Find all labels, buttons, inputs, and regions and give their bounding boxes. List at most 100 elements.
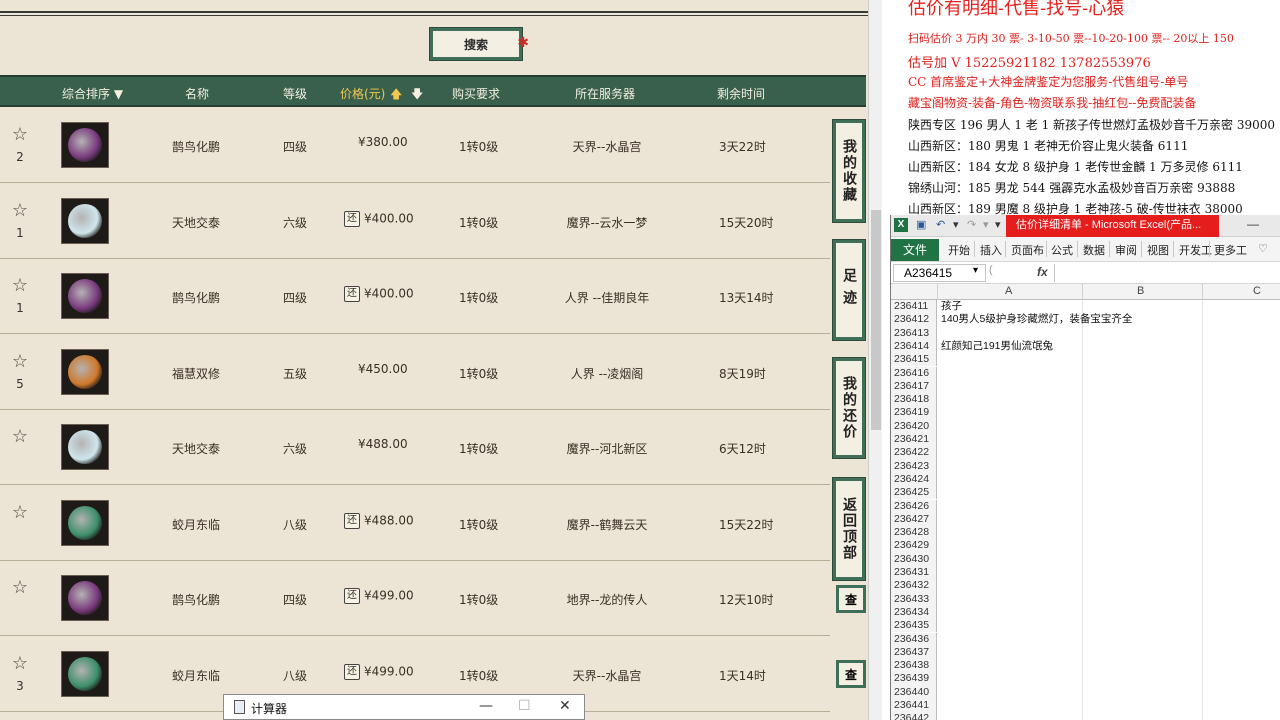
row-number[interactable]: 236424 [891, 472, 937, 487]
row-number[interactable]: 236429 [891, 539, 937, 553]
row-number[interactable]: 236440 [891, 685, 937, 699]
row-number[interactable]: 236416 [891, 366, 937, 380]
ribbon-collapse-icon[interactable]: ♡ [1258, 242, 1268, 255]
sheet-row[interactable]: 236420 [891, 419, 1280, 433]
sheet-row[interactable]: 236426 [891, 499, 1280, 513]
arrow-down-icon[interactable]: 🡇 [411, 85, 423, 106]
sheet-row[interactable]: 236412 140男人5级护身珍藏燃灯，装备宝宝齐全 [891, 313, 1280, 327]
sheet-row[interactable]: 236411 孩子 [891, 300, 1280, 314]
row-number[interactable]: 236433 [891, 592, 937, 606]
maximize-button[interactable]: ☐ [518, 698, 531, 714]
sheet-row[interactable]: 236441 [891, 699, 1280, 713]
table-row[interactable]: ☆ 天地交泰 六级 ¥488.00 1转0级 魔界--河北新区 6天12时 [0, 410, 830, 485]
row-number[interactable]: 236425 [891, 486, 937, 500]
row-number[interactable]: 236437 [891, 645, 937, 660]
page-scrollbar[interactable] [868, 0, 882, 720]
sheet-row[interactable]: 236439 [891, 672, 1280, 686]
row-number[interactable]: 236419 [891, 406, 937, 420]
sheet-row[interactable]: 236434 [891, 605, 1280, 620]
sheet-row[interactable]: 236429 [891, 539, 1280, 553]
table-row[interactable]: ☆ 鹊鸟化鹏 四级还 ¥499.00 1转0级 地界--龙的传人 12天10时 [0, 561, 830, 636]
table-row[interactable]: ☆ 2 鹊鸟化鹏 四级 ¥380.00 1转0级 天界--水晶宫 3天22时 [0, 108, 830, 183]
row-number[interactable]: 236411 [891, 300, 937, 314]
arrow-up-icon[interactable]: 🡅 [390, 85, 402, 106]
search-button[interactable]: 搜索 ✱ [429, 27, 529, 61]
scrollbar-thumb[interactable] [871, 210, 881, 430]
back-to-top-button[interactable]: 返回顶部 [832, 477, 866, 581]
name-box-dropdown-icon[interactable]: ▾ [973, 265, 978, 276]
calculator-window[interactable]: 计算器 — ☐ ✕ [223, 694, 585, 720]
row-number[interactable]: 236420 [891, 419, 937, 433]
row-number[interactable]: 236421 [891, 433, 937, 447]
row-number[interactable]: 236441 [891, 699, 937, 713]
column-header-b[interactable]: B [1137, 285, 1144, 297]
sheet-row[interactable]: 236437 [891, 645, 1280, 660]
row-number[interactable]: 236430 [891, 552, 937, 566]
customize-toolbar-icon[interactable]: ▾ [995, 218, 1001, 231]
sheet-row[interactable]: 236442 [891, 712, 1280, 720]
row-number[interactable]: 236418 [891, 393, 937, 407]
row-number[interactable]: 236422 [891, 446, 937, 460]
table-row[interactable]: ☆ 5 福慧双修 五级 ¥450.00 1转0级 人界 --凌烟阁 8天19时 [0, 335, 830, 410]
sheet-row[interactable]: 236419 [891, 406, 1280, 420]
row-number[interactable]: 236436 [891, 632, 937, 646]
sheet-row[interactable]: 236433 [891, 592, 1280, 606]
redo-icon[interactable]: ↷ [967, 218, 976, 231]
tab-more-tools[interactable]: 更多工 [1214, 242, 1247, 258]
tab-file[interactable]: 文件 [891, 239, 939, 261]
sheet-row[interactable]: 236425 [891, 486, 1280, 500]
tab-insert[interactable]: 插入 [980, 242, 1002, 258]
sheet-row[interactable]: 236440 [891, 685, 1280, 699]
sheet-row[interactable]: 236427 [891, 512, 1280, 527]
my-favorites-button[interactable]: 我的收藏 [832, 119, 866, 223]
sheet-row[interactable]: 236415 [891, 353, 1280, 367]
close-button[interactable]: ✕ [559, 698, 571, 714]
tab-developer[interactable]: 开发工 [1179, 242, 1212, 258]
row-number[interactable]: 236442 [891, 712, 937, 720]
table-row[interactable]: ☆ 蛟月东临 八级还 ¥488.00 1转0级 魔界--鹤舞云天 15天22时 [0, 486, 830, 561]
row-number[interactable]: 236426 [891, 499, 937, 513]
undo-dropdown-icon[interactable]: ▾ [953, 218, 959, 231]
sheet-row[interactable]: 236424 [891, 472, 1280, 487]
tab-view[interactable]: 视图 [1147, 242, 1169, 258]
sheet-row[interactable]: 236428 [891, 526, 1280, 540]
redo-dropdown-icon[interactable]: ▾ [983, 218, 989, 231]
tab-formulas[interactable]: 公式 [1051, 242, 1073, 258]
save-icon[interactable]: ▣ [916, 218, 926, 231]
row-number[interactable]: 236414 [891, 339, 937, 354]
tab-data[interactable]: 数据 [1083, 242, 1105, 258]
view-button-2[interactable]: 查 [836, 660, 866, 688]
tab-review[interactable]: 审阅 [1115, 242, 1137, 258]
row-number[interactable]: 236431 [891, 566, 937, 580]
footprint-button[interactable]: 足迹 [832, 239, 866, 341]
sheet-row[interactable]: 236423 [891, 459, 1280, 473]
sheet-row[interactable]: 236417 [891, 379, 1280, 394]
sheet-row[interactable]: 236418 [891, 393, 1280, 407]
row-number[interactable]: 236428 [891, 526, 937, 540]
sheet-row[interactable]: 236430 [891, 552, 1280, 566]
row-number[interactable]: 236432 [891, 579, 937, 593]
formula-bar-resize-icon[interactable]: ( [989, 264, 993, 276]
sheet-row[interactable]: 236422 [891, 446, 1280, 460]
sheet-row[interactable]: 236414 红颜知己191男仙流氓兔 [891, 339, 1280, 354]
row-number[interactable]: 236435 [891, 619, 937, 633]
minimize-button[interactable]: — [479, 698, 493, 714]
sheet-row[interactable]: 236416 [891, 366, 1280, 380]
row-number[interactable]: 236439 [891, 672, 937, 686]
price-header[interactable]: 价格(元) [340, 85, 385, 102]
sheet-row[interactable]: 236421 [891, 433, 1280, 447]
insert-function-icon[interactable]: fx [1037, 265, 1048, 279]
cell-a[interactable]: 红颜知己191男仙流氓兔 [941, 340, 1053, 353]
row-number[interactable]: 236423 [891, 459, 937, 473]
sheet-grid[interactable]: 236411 孩子 236412 140男人5级护身珍藏燃灯，装备宝宝齐全 236413… [891, 300, 1280, 720]
tab-page-layout[interactable]: 页面布 [1011, 242, 1044, 258]
sheet-row[interactable]: 236432 [891, 579, 1280, 593]
row-number[interactable]: 236417 [891, 379, 937, 394]
sheet-row[interactable]: 236435 [891, 619, 1280, 633]
row-number[interactable]: 236412 [891, 313, 937, 327]
sort-composite-header[interactable]: 综合排序 ▼ [62, 85, 123, 102]
view-button[interactable]: 查 [836, 585, 866, 613]
row-number[interactable]: 236427 [891, 512, 937, 527]
row-number[interactable]: 236415 [891, 353, 937, 367]
cell-a[interactable]: 孩子 [941, 300, 962, 313]
